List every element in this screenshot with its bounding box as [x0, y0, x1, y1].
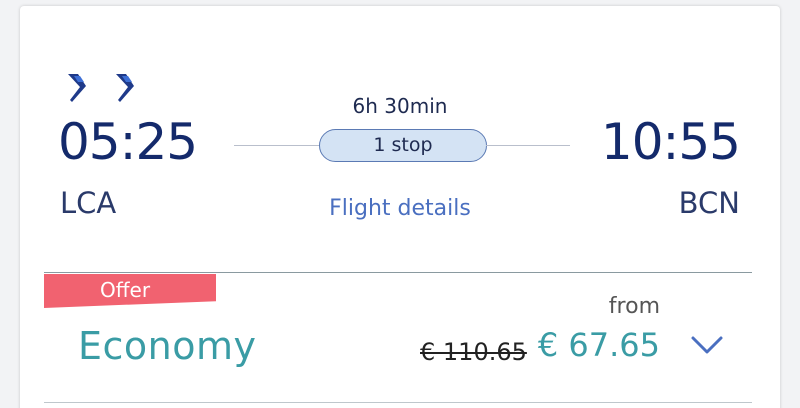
route-line-left	[234, 145, 320, 146]
chevron-down-icon[interactable]	[690, 334, 724, 356]
fare-divider-bottom	[44, 402, 752, 403]
arrival-airport: BCN	[678, 186, 740, 220]
arrival-time: 10:55	[600, 113, 741, 171]
flight-duration: 6h 30min	[352, 94, 448, 118]
route-line-right	[486, 145, 570, 146]
offer-price: € 67.65	[537, 326, 660, 364]
departure-time: 05:25	[58, 113, 198, 171]
departure-airport: LCA	[60, 186, 117, 220]
original-price: € 110.65	[420, 338, 527, 366]
stops-badge: 1 stop	[319, 129, 487, 162]
fare-divider-top	[44, 272, 752, 273]
flight-details-link[interactable]: Flight details	[300, 196, 500, 221]
cabin-class[interactable]: Economy	[78, 324, 257, 368]
price-from-label: from	[608, 294, 660, 319]
airline-logo-icon	[68, 74, 134, 102]
